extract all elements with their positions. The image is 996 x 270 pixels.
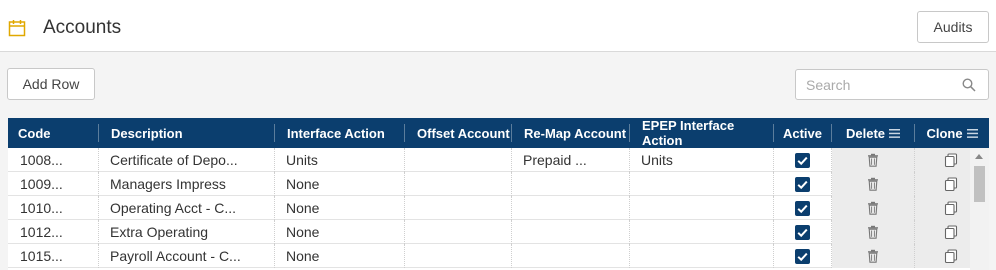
active-checkbox[interactable] xyxy=(795,225,810,240)
table-row[interactable]: 1015... Payroll Account - C... None xyxy=(8,244,970,268)
copy-icon[interactable] xyxy=(944,177,958,192)
cell-divider xyxy=(914,244,915,268)
cell-offset-account[interactable] xyxy=(404,196,511,220)
cell-divider xyxy=(914,196,915,220)
trash-icon[interactable] xyxy=(866,225,880,239)
cell-epep-interface-action[interactable]: Units xyxy=(629,148,773,172)
cell-code[interactable]: 1012... xyxy=(8,220,98,244)
cell-divider xyxy=(773,196,774,220)
copy-icon[interactable] xyxy=(944,249,958,264)
cell-epep-interface-action[interactable] xyxy=(629,196,773,220)
table-row[interactable]: 1010... Operating Acct - C... None xyxy=(8,196,970,220)
cell-description[interactable]: Operating Acct - C... xyxy=(98,196,274,220)
table-row[interactable]: 1008... Certificate of Depo... Units Prepai… xyxy=(8,148,970,172)
cell-divider xyxy=(773,172,774,196)
column-header-offset-account[interactable]: Offset Account xyxy=(407,118,511,148)
cell-code[interactable]: 1008... xyxy=(8,148,98,172)
cell-divider xyxy=(831,172,832,196)
cell-offset-account[interactable] xyxy=(404,172,511,196)
cell-epep-interface-action[interactable] xyxy=(629,220,773,244)
add-row-button[interactable]: Add Row xyxy=(7,68,95,100)
cell-divider xyxy=(831,244,832,268)
page-header: Accounts Audits xyxy=(0,0,996,52)
search-icon[interactable] xyxy=(962,78,976,92)
cell-offset-account[interactable] xyxy=(404,244,511,268)
calendar-icon xyxy=(8,20,26,37)
active-checkbox[interactable] xyxy=(795,177,810,192)
column-header-code[interactable]: Code xyxy=(8,118,98,148)
cell-divider xyxy=(773,148,774,172)
cell-interface-action[interactable]: None xyxy=(274,196,404,220)
trash-icon[interactable] xyxy=(866,153,880,167)
copy-icon[interactable] xyxy=(944,153,958,168)
cell-divider xyxy=(773,220,774,244)
cell-epep-interface-action[interactable] xyxy=(629,244,773,268)
cell-divider xyxy=(914,172,915,196)
audits-button[interactable]: Audits xyxy=(917,11,989,43)
column-header-remap-account[interactable]: Re-Map Account xyxy=(514,118,629,148)
column-header-interface-action[interactable]: Interface Action xyxy=(277,118,404,148)
menu-icon[interactable] xyxy=(966,128,978,138)
trash-icon[interactable] xyxy=(866,201,880,215)
scrollbar-thumb[interactable] xyxy=(974,166,985,202)
active-checkbox[interactable] xyxy=(795,249,810,264)
copy-icon[interactable] xyxy=(944,225,958,240)
cell-remap-account[interactable]: Prepaid ... xyxy=(511,148,629,172)
cell-interface-action[interactable]: Units xyxy=(274,148,404,172)
active-checkbox[interactable] xyxy=(795,153,810,168)
cell-code[interactable]: 1010... xyxy=(8,196,98,220)
grid-header: Code Description Interface Action Offset… xyxy=(8,118,989,148)
column-divider[interactable] xyxy=(274,124,275,142)
column-divider[interactable] xyxy=(511,124,512,142)
column-header-clone[interactable]: Clone xyxy=(915,118,989,148)
search-box xyxy=(795,69,989,100)
cell-description[interactable]: Certificate of Depo... xyxy=(98,148,274,172)
column-header-description[interactable]: Description xyxy=(101,118,274,148)
cell-divider xyxy=(831,148,832,172)
menu-icon[interactable] xyxy=(889,128,901,138)
cell-remap-account[interactable] xyxy=(511,196,629,220)
column-header-active[interactable]: Active xyxy=(774,118,831,148)
column-header-epep-interface-action[interactable]: EPEP Interface Action xyxy=(632,118,773,148)
cell-interface-action[interactable]: None xyxy=(274,244,404,268)
page-title: Accounts xyxy=(43,17,122,38)
cell-code[interactable]: 1009... xyxy=(8,172,98,196)
cell-remap-account[interactable] xyxy=(511,172,629,196)
cell-description[interactable]: Managers Impress xyxy=(98,172,274,196)
cell-divider xyxy=(831,220,832,244)
active-checkbox[interactable] xyxy=(795,201,810,216)
column-divider[interactable] xyxy=(98,124,99,142)
cell-offset-account[interactable] xyxy=(404,148,511,172)
trash-icon[interactable] xyxy=(866,249,880,263)
cell-divider xyxy=(914,148,915,172)
cell-interface-action[interactable]: None xyxy=(274,172,404,196)
cell-divider xyxy=(914,220,915,244)
column-divider[interactable] xyxy=(404,124,405,142)
cell-epep-interface-action[interactable] xyxy=(629,172,773,196)
cell-description[interactable]: Extra Operating xyxy=(98,220,274,244)
table-row[interactable]: 1009... Managers Impress None xyxy=(8,172,970,196)
vertical-scrollbar[interactable] xyxy=(970,148,989,270)
cell-remap-account[interactable] xyxy=(511,220,629,244)
scroll-up-arrow-icon[interactable] xyxy=(975,154,983,159)
cell-code[interactable]: 1015... xyxy=(8,244,98,268)
cell-remap-account[interactable] xyxy=(511,244,629,268)
column-divider[interactable] xyxy=(629,124,630,142)
cell-divider xyxy=(773,244,774,268)
cell-offset-account[interactable] xyxy=(404,220,511,244)
table-row[interactable]: 1012... Extra Operating None xyxy=(8,220,970,244)
trash-icon[interactable] xyxy=(866,177,880,191)
search-input[interactable] xyxy=(806,76,956,94)
cell-description[interactable]: Payroll Account - C... xyxy=(98,244,274,268)
cell-interface-action[interactable]: None xyxy=(274,220,404,244)
cell-divider xyxy=(831,196,832,220)
copy-icon[interactable] xyxy=(944,201,958,216)
column-header-delete[interactable]: Delete xyxy=(832,118,914,148)
accounts-grid: Code Description Interface Action Offset… xyxy=(8,118,989,270)
